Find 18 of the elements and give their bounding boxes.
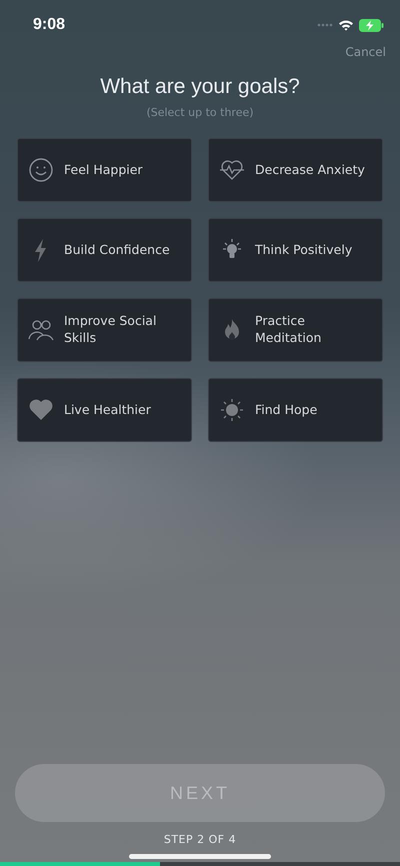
goal-option[interactable]: Practice Meditation bbox=[208, 298, 383, 362]
goal-option[interactable]: Decrease Anxiety bbox=[208, 138, 383, 202]
goal-option[interactable]: Feel Happier bbox=[17, 138, 192, 202]
page-subtitle: (Select up to three) bbox=[145, 106, 255, 119]
heart-icon bbox=[28, 397, 54, 423]
goal-option[interactable]: Think Positively bbox=[208, 218, 383, 282]
wifi-icon bbox=[338, 19, 354, 31]
goal-option[interactable]: Find Hope bbox=[208, 378, 383, 442]
goal-option[interactable]: Build Confidence bbox=[17, 218, 192, 282]
step-indicator: STEP 2 OF 4 bbox=[162, 833, 238, 846]
battery-charging-icon bbox=[359, 18, 384, 32]
status-time: 9:08 bbox=[33, 16, 66, 34]
goal-option[interactable]: Live Healthier bbox=[17, 378, 192, 442]
signal-icon bbox=[317, 23, 333, 27]
sun-icon bbox=[219, 397, 245, 423]
smiley-icon bbox=[28, 157, 54, 183]
goal-option[interactable]: Improve Social Skills bbox=[17, 298, 192, 362]
page-title: What are your goals? bbox=[99, 75, 301, 99]
